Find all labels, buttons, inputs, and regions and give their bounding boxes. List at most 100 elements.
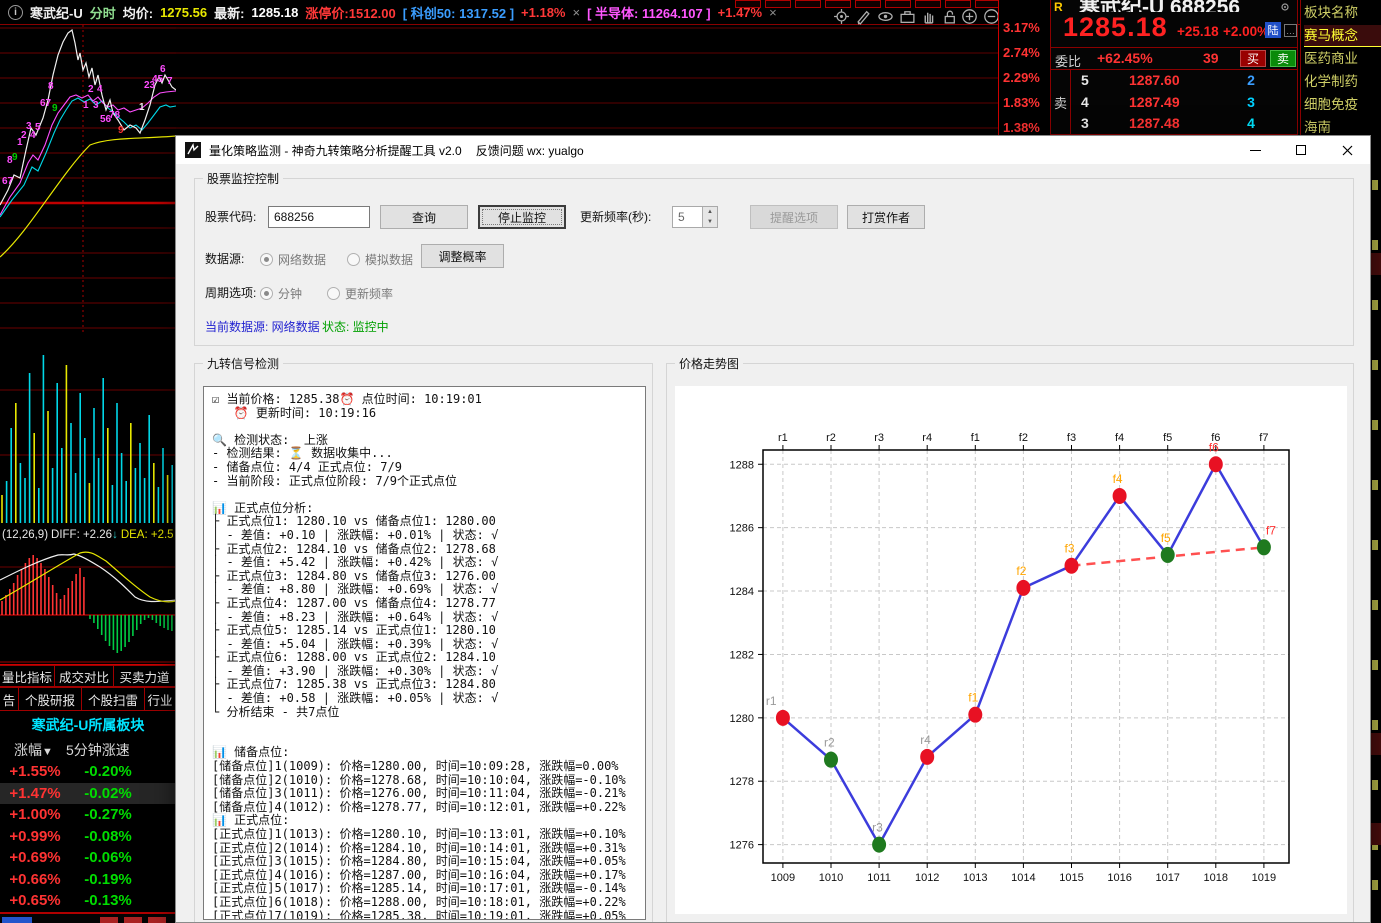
sector-item[interactable]: 医药商业 bbox=[1304, 48, 1381, 70]
sector-item[interactable]: 赛马概念 bbox=[1304, 25, 1381, 47]
level: 5 bbox=[1081, 72, 1089, 88]
spin-down-icon[interactable]: ▼ bbox=[702, 217, 717, 227]
topbar-index1: [ 科创50: 1317.52 ] bbox=[403, 3, 514, 22]
col-speed[interactable]: 5分钟涨速 bbox=[66, 740, 130, 760]
zoom-in-icon[interactable] bbox=[961, 8, 978, 25]
board-row[interactable]: +1.00%-0.27% bbox=[0, 804, 176, 826]
board-row[interactable]: +1.55%-0.20% bbox=[0, 761, 176, 783]
svg-text:1282: 1282 bbox=[730, 649, 754, 661]
sector-item[interactable]: 细胞免疫 bbox=[1304, 94, 1381, 116]
percent-label: 3.17% bbox=[1003, 20, 1040, 35]
clipped-text-fragment bbox=[1372, 420, 1378, 430]
topbar-avg-label: 均价: bbox=[123, 3, 153, 22]
tab-4[interactable]: 行业 bbox=[145, 687, 176, 711]
radio-minute[interactable]: 分钟 bbox=[260, 281, 302, 305]
quote-price: 1285.18 bbox=[1063, 12, 1168, 43]
remind-options-button[interactable]: 提醒选项 bbox=[750, 205, 838, 229]
svg-text:f4: f4 bbox=[1115, 432, 1124, 444]
svg-text:1276: 1276 bbox=[730, 840, 754, 852]
tab-3[interactable]: 买卖力道 bbox=[114, 665, 176, 687]
signal-output[interactable]: ☑ 当前价格: 1285.38⏰ 点位时间: 10:19:01 ⏰ 更新时间: … bbox=[203, 386, 646, 920]
sell-queue-label: 卖 bbox=[1051, 70, 1071, 135]
info-icon: i bbox=[8, 5, 23, 20]
percent-label: 1.83% bbox=[1003, 95, 1040, 110]
sector-item[interactable]: 海南 bbox=[1304, 117, 1381, 135]
radio-update-freq[interactable]: 更新频率 bbox=[327, 281, 393, 305]
tab-3[interactable]: 个股扫雷 bbox=[82, 687, 145, 711]
svg-text:1010: 1010 bbox=[819, 872, 843, 884]
clipped-text-fragment bbox=[1372, 720, 1378, 730]
indicator-tabs: 量比指标成交对比买卖力道 bbox=[0, 664, 176, 687]
board-row[interactable]: +0.65%-0.13% bbox=[0, 890, 176, 912]
tab-2[interactable]: 成交对比 bbox=[55, 665, 114, 687]
topbar-avg-value: 1275.56 bbox=[160, 5, 207, 20]
gear-icon[interactable] bbox=[833, 8, 850, 25]
board-row[interactable]: +1.47%-0.02% bbox=[0, 783, 176, 805]
radio-icon bbox=[327, 287, 340, 300]
clipped-text-fragment bbox=[1372, 300, 1378, 310]
pen-icon[interactable] bbox=[855, 8, 872, 25]
radio-sim-data[interactable]: 模拟数据 bbox=[347, 247, 413, 271]
col-change[interactable]: 涨幅▼ bbox=[14, 740, 53, 760]
svg-text:1016: 1016 bbox=[1107, 872, 1131, 884]
sell-queue-row[interactable]: 31287.484 bbox=[1071, 113, 1297, 135]
dialog-feedback: 反馈问题 wx: yualgo bbox=[476, 142, 584, 159]
svg-text:f6: f6 bbox=[1209, 440, 1219, 454]
close-icon[interactable]: × bbox=[572, 5, 580, 20]
svg-text:1013: 1013 bbox=[963, 872, 987, 884]
speed-value: -0.13% bbox=[66, 892, 150, 909]
turn-sequence-marker: 2 bbox=[21, 131, 27, 141]
board-row[interactable]: +0.99%-0.08% bbox=[0, 826, 176, 848]
spin-up-icon[interactable]: ▲ bbox=[702, 207, 717, 217]
maximize-button[interactable] bbox=[1278, 136, 1324, 164]
macd-label: (12,26,9) DIFF: +2.26 ↓ DEA: +2.5 bbox=[0, 525, 176, 545]
close-button[interactable] bbox=[1324, 136, 1370, 164]
board-row[interactable]: +0.66%-0.19% bbox=[0, 869, 176, 891]
tab-2[interactable]: 个股研报 bbox=[19, 687, 82, 711]
freq-spinner[interactable]: 5 ▲ ▼ bbox=[672, 206, 718, 228]
sell-queue-row[interactable]: 41287.493 bbox=[1071, 92, 1297, 114]
tab-1[interactable]: 量比指标 bbox=[0, 665, 55, 687]
sell-queue-row[interactable]: 51287.602 bbox=[1071, 70, 1297, 92]
eye-icon[interactable] bbox=[877, 8, 894, 25]
group-title: 九转信号检测 bbox=[203, 355, 283, 372]
gear-icon[interactable] bbox=[1279, 0, 1291, 12]
minimize-button[interactable] bbox=[1232, 136, 1278, 164]
price: 1287.49 bbox=[1129, 94, 1180, 110]
stock-code-input[interactable] bbox=[268, 206, 370, 228]
donate-button[interactable]: 打赏作者 bbox=[847, 205, 925, 229]
stop-monitor-button[interactable]: 停止监控 bbox=[478, 205, 566, 229]
buy-button[interactable]: 买 bbox=[1240, 50, 1266, 67]
adjust-prob-button[interactable]: 调整概率 bbox=[421, 244, 504, 268]
background-grid bbox=[176, 25, 998, 135]
toolbox-icon[interactable] bbox=[899, 8, 916, 25]
tab-1[interactable]: 告 bbox=[0, 687, 19, 711]
clipped-text-fragment bbox=[1372, 480, 1378, 490]
svg-text:1015: 1015 bbox=[1059, 872, 1083, 884]
svg-text:f3: f3 bbox=[1067, 432, 1076, 444]
svg-text:1278: 1278 bbox=[730, 776, 754, 788]
board-row[interactable]: +0.69%-0.06% bbox=[0, 847, 176, 869]
price: 1287.60 bbox=[1129, 72, 1180, 88]
freq-label: 更新频率(秒): bbox=[580, 205, 651, 229]
query-button[interactable]: 查询 bbox=[380, 205, 468, 229]
monitor-dialog: 量化策略监测 - 神奇九转策略分析提醒工具 v2.0 反馈问题 wx: yual… bbox=[175, 135, 1371, 923]
hand-icon[interactable] bbox=[921, 8, 938, 25]
svg-text:f2: f2 bbox=[1016, 564, 1026, 578]
status-text: 状态: 监控中 bbox=[322, 315, 389, 339]
app-icon bbox=[185, 142, 201, 158]
price-chart-canvas: 1009r11010r21011r31012r41013f11014f21015… bbox=[675, 386, 1347, 914]
radio-network-data[interactable]: 网络数据 bbox=[260, 247, 326, 271]
volume: 4 bbox=[1236, 115, 1266, 131]
svg-text:1280: 1280 bbox=[730, 713, 754, 725]
more-button[interactable]: … bbox=[1284, 24, 1297, 37]
sell-button[interactable]: 卖 bbox=[1270, 50, 1296, 67]
svg-text:f5: f5 bbox=[1161, 531, 1171, 545]
turn-sequence-marker: 3 bbox=[93, 101, 99, 111]
sector-item[interactable]: 化学制药 bbox=[1304, 71, 1381, 93]
clipped-text-fragment bbox=[1372, 600, 1378, 610]
dialog-titlebar[interactable]: 量化策略监测 - 神奇九转策略分析提醒工具 v2.0 反馈问题 wx: yual… bbox=[176, 136, 1370, 164]
topbar-index2: [ 半导体: 11264.107 ] bbox=[587, 3, 711, 22]
lock-icon[interactable] bbox=[941, 8, 958, 25]
turn-sequence-marker: 5 bbox=[35, 123, 41, 133]
